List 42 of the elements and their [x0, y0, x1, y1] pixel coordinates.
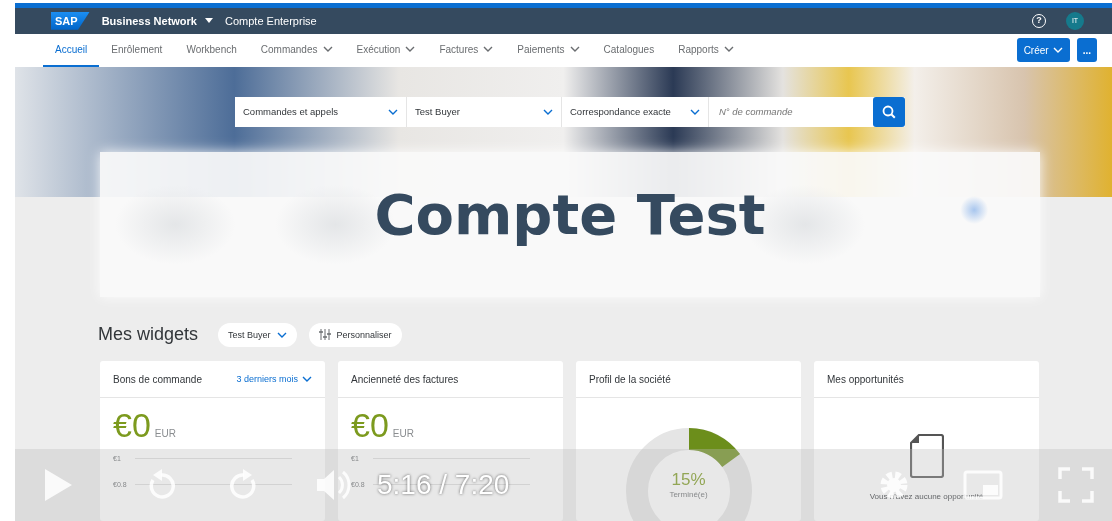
- play-icon[interactable]: [43, 468, 73, 502]
- nav-tab[interactable]: Paiements: [505, 34, 592, 67]
- fullscreen-icon[interactable]: [1058, 467, 1094, 503]
- chevron-down-icon: [543, 108, 553, 115]
- search-icon[interactable]: [873, 96, 905, 127]
- chevron-down-icon: [388, 108, 398, 115]
- card-title: Bons de commande: [113, 373, 202, 385]
- chevron-down-icon: [302, 376, 312, 382]
- account-name: Compte Enterprise: [225, 14, 317, 27]
- card-title: Mes opportunités: [827, 373, 904, 385]
- nav-tab[interactable]: Commandes: [248, 34, 345, 67]
- section-title: Mes widgets: [98, 324, 199, 346]
- percent-caption: Terminé(e): [669, 490, 708, 499]
- nav-tab[interactable]: Factures: [427, 34, 506, 67]
- buyer-select[interactable]: Test Buyer: [218, 322, 297, 347]
- sap-logo[interactable]: SAP: [51, 11, 90, 30]
- document-icon: [909, 434, 944, 478]
- chevron-down-icon: [690, 108, 700, 115]
- caret-down-icon: [205, 18, 213, 24]
- nav-tab[interactable]: Workbench: [174, 34, 249, 67]
- amount-value: €0: [351, 406, 389, 445]
- account-title: Compte Test: [374, 181, 766, 247]
- nav-tab[interactable]: Catalogues: [591, 34, 667, 67]
- chevron-down-icon: [276, 331, 287, 338]
- nav-tab[interactable]: Exécution: [344, 34, 428, 67]
- amount-value: €0: [113, 406, 151, 445]
- period-select[interactable]: 3 derniers mois: [236, 374, 312, 384]
- currency-label: EUR: [392, 428, 414, 439]
- card-title: Ancienneté des factures: [351, 373, 459, 385]
- nav-tab[interactable]: Enrôlement: [99, 34, 175, 67]
- volume-icon[interactable]: [315, 468, 351, 502]
- video-time: 5:16 / 7:20: [377, 469, 510, 501]
- currency-label: EUR: [154, 428, 176, 439]
- sliders-icon: [318, 329, 331, 341]
- create-button[interactable]: Créer: [1016, 38, 1070, 63]
- percent-value: 15%: [671, 470, 706, 490]
- more-button[interactable]: ...: [1076, 38, 1097, 63]
- chevron-down-icon: [1052, 47, 1063, 54]
- nav-tab[interactable]: Rapports: [666, 34, 746, 67]
- product-switcher[interactable]: Business Network: [101, 14, 213, 27]
- card-title: Profil de la société: [589, 373, 671, 385]
- customize-button[interactable]: Personnaliser: [308, 322, 402, 347]
